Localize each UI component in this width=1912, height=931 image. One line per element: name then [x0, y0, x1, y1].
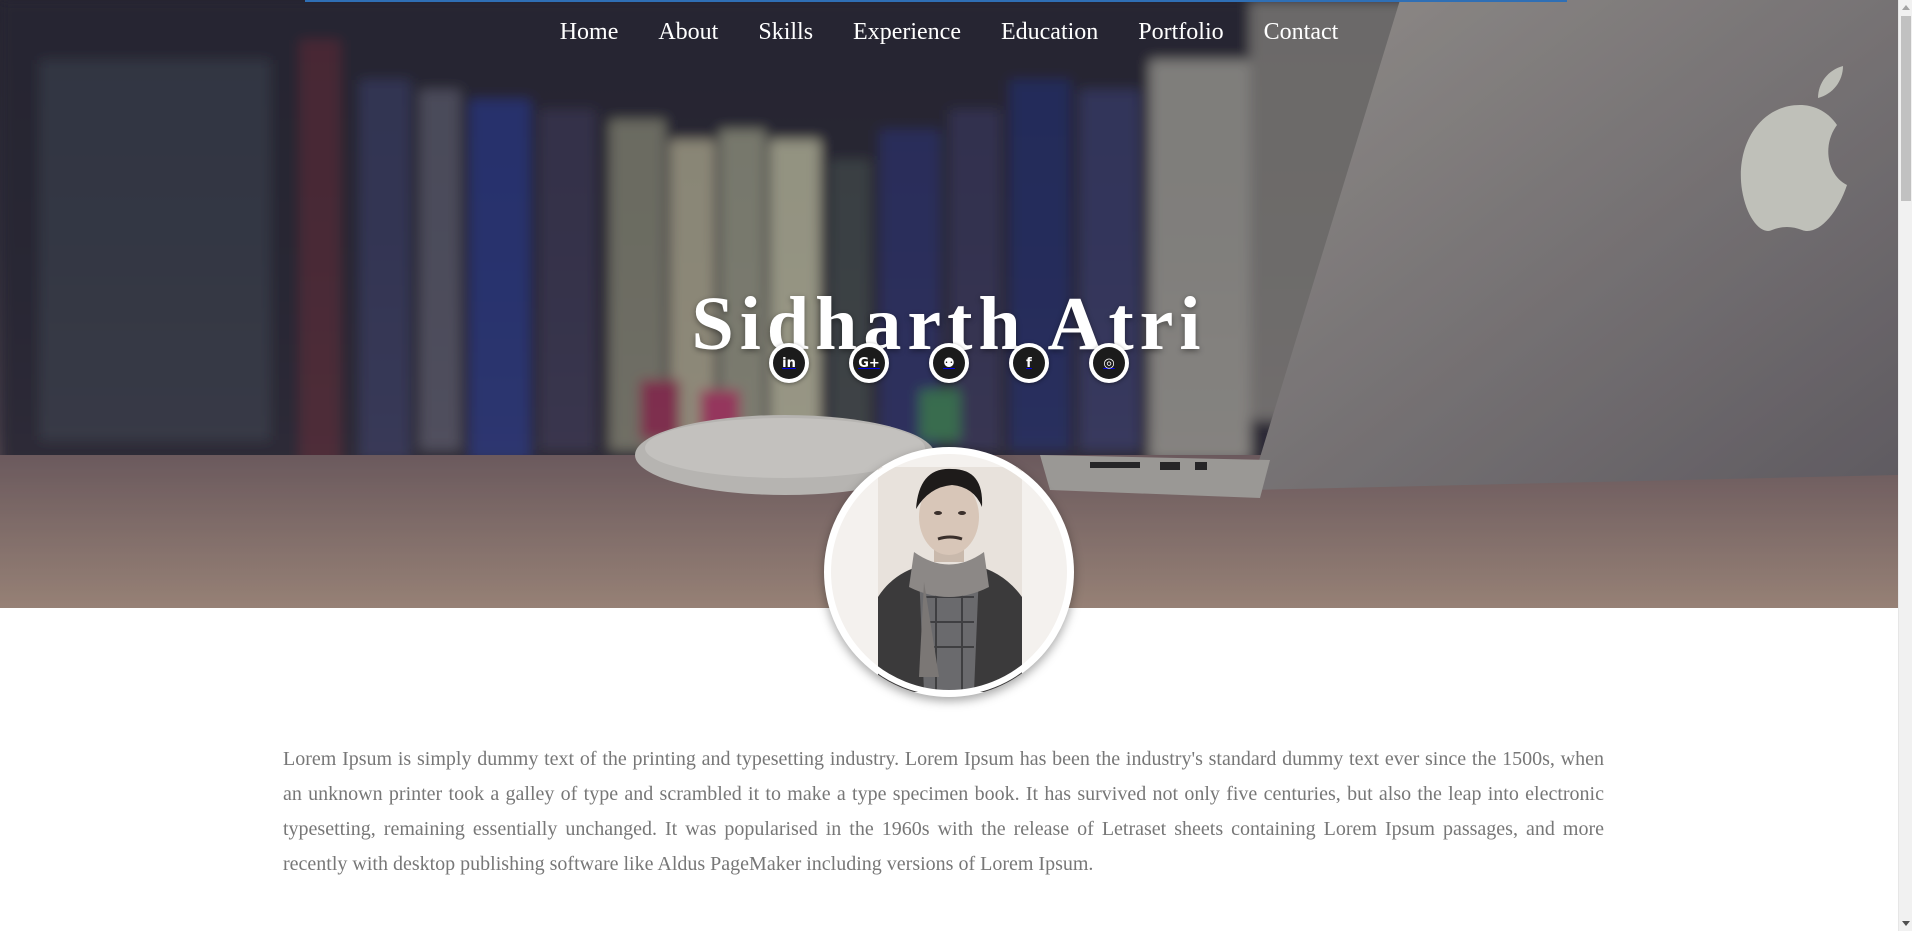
- profile-photo: [825, 448, 1073, 696]
- linkedin-link[interactable]: in: [769, 343, 809, 383]
- linkedin-icon: in: [773, 347, 805, 379]
- github-icon: ⚉: [933, 347, 965, 379]
- main-nav: Home About Skills Experience Education P…: [0, 18, 1898, 46]
- page-scrollbar[interactable]: [1898, 0, 1912, 931]
- scroll-up-icon[interactable]: [1902, 5, 1910, 10]
- facebook-link[interactable]: f: [1009, 343, 1049, 383]
- nav-item-home[interactable]: Home: [560, 18, 619, 46]
- about-paragraph: Lorem Ipsum is simply dummy text of the …: [283, 748, 1604, 875]
- nav-item-portfolio[interactable]: Portfolio: [1138, 18, 1223, 46]
- nav-item-skills[interactable]: Skills: [758, 18, 813, 46]
- google-plus-link[interactable]: G+: [849, 343, 889, 383]
- avatar: [824, 447, 1074, 697]
- nav-item-experience[interactable]: Experience: [853, 18, 961, 46]
- top-accent-line: [305, 0, 1567, 2]
- social-links: in G+ ⚉ f ◎: [0, 343, 1898, 383]
- page: Home About Skills Experience Education P…: [0, 0, 1912, 931]
- scrollbar-thumb[interactable]: [1901, 16, 1911, 201]
- instagram-link[interactable]: ◎: [1089, 343, 1129, 383]
- nav-item-contact[interactable]: Contact: [1264, 18, 1339, 46]
- nav-item-about[interactable]: About: [658, 18, 718, 46]
- instagram-icon: ◎: [1093, 347, 1125, 379]
- scroll-down-icon[interactable]: [1902, 921, 1910, 926]
- google-plus-icon: G+: [853, 347, 885, 379]
- nav-item-education[interactable]: Education: [1001, 18, 1098, 46]
- github-link[interactable]: ⚉: [929, 343, 969, 383]
- facebook-icon: f: [1013, 347, 1045, 379]
